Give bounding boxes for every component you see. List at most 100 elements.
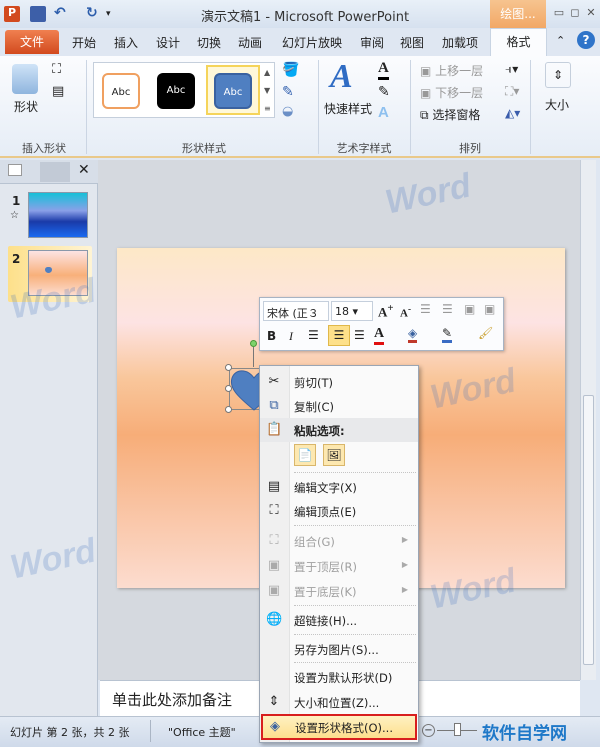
rotate-icon[interactable]: ◭▾ — [505, 106, 520, 120]
close-icon[interactable]: ✕ — [584, 6, 598, 19]
tab-design[interactable]: 设计 — [156, 34, 180, 51]
shape-effects-icon[interactable]: ◒ — [282, 104, 293, 119]
menu-item-edit-text[interactable]: ▤ 编辑文字(X) — [260, 475, 418, 499]
menu-item-hyperlink[interactable]: 🌐 超链接(H)... — [260, 608, 418, 632]
style-tile-black[interactable]: Abc — [157, 73, 195, 109]
slides-tab[interactable] — [8, 164, 22, 176]
powerpoint-logo-icon: P — [4, 6, 20, 22]
bring-forward-button[interactable]: ▣ 上移一层 — [420, 62, 483, 79]
font-size-value: 18 — [335, 305, 349, 318]
text-box-icon[interactable]: ▤ — [52, 84, 64, 99]
menu-label: 编辑文字(X) — [294, 481, 357, 495]
shape-outline-icon[interactable]: ✎ — [442, 326, 453, 343]
restore-icon[interactable]: ◻ — [568, 6, 582, 19]
format-painter-icon[interactable]: 🖌 — [478, 326, 493, 340]
rotation-handle[interactable] — [250, 340, 257, 347]
menu-item-set-default-shape[interactable]: 设置为默认形状(D) — [260, 665, 418, 689]
italic-icon[interactable]: I — [289, 329, 293, 344]
selection-pane-label: 选择窗格 — [432, 108, 481, 122]
wordart-quick-styles-icon: A — [330, 58, 353, 95]
menu-item-save-as-picture[interactable]: 另存为图片(S)... — [260, 637, 418, 661]
close-panel-icon[interactable]: ✕ — [78, 162, 90, 178]
shape-style-gallery: Abc Abc Abc — [93, 62, 275, 118]
font-color-icon[interactable]: A — [374, 326, 385, 345]
selection-pane-button[interactable]: ⧉ 选择窗格 — [420, 106, 480, 123]
text-fill-icon[interactable]: A — [378, 60, 389, 80]
increase-indent-icon[interactable]: ☰ — [442, 302, 453, 316]
menu-label: 粘贴选项: — [294, 424, 345, 438]
scrollbar-thumb[interactable] — [583, 395, 594, 665]
align-icon[interactable]: ⫣▾ — [505, 62, 518, 77]
size-button[interactable]: 大小 — [545, 96, 569, 113]
send-backward-button[interactable]: ▣ 下移一层 — [420, 84, 483, 101]
menu-item-send-to-back[interactable]: ▣ 置于底层(K) ▶ — [260, 579, 418, 603]
group-icon[interactable]: ⛶▾ — [505, 84, 519, 99]
menu-label: 设置为默认形状(D) — [294, 671, 393, 685]
bring-forward-icon[interactable]: ▣ — [464, 302, 475, 316]
tab-file[interactable]: 文件 — [5, 30, 59, 54]
help-icon[interactable]: ? — [577, 31, 595, 49]
menu-item-size-position[interactable]: ⇕ 大小和位置(Z)... — [260, 690, 418, 714]
zoom-slider-thumb[interactable] — [454, 723, 461, 736]
align-right-icon[interactable]: ☰ — [354, 328, 365, 342]
undo-icon[interactable]: ↶ — [54, 6, 70, 22]
menu-item-format-shape[interactable]: ◈ 设置形状格式(O)... — [261, 714, 417, 740]
menu-item-bring-to-front[interactable]: ▣ 置于顶层(R) ▶ — [260, 554, 418, 578]
resize-handle[interactable] — [225, 406, 232, 413]
font-name-select[interactable]: 宋体 (正３ — [263, 301, 329, 321]
customize-qat-icon[interactable]: ▾ — [106, 6, 122, 22]
tab-transitions[interactable]: 切换 — [197, 34, 221, 51]
edit-shape-icon[interactable]: ⛶ — [52, 62, 61, 77]
heart-icon — [45, 267, 52, 273]
minimize-ribbon-icon[interactable]: ⌃ — [556, 34, 565, 47]
minimize-icon[interactable]: ▭ — [552, 6, 566, 19]
grow-font-icon[interactable]: A+ — [378, 302, 394, 320]
paste-keep-text-icon[interactable]: 📄 — [294, 444, 316, 466]
menu-item-copy[interactable]: ⧉ 复制(C) — [260, 394, 418, 418]
redo-icon[interactable]: ↻ — [86, 6, 102, 22]
tab-format[interactable]: 格式 — [490, 28, 547, 56]
resize-handle[interactable] — [225, 364, 232, 371]
menu-label: 置于顶层(R) — [294, 560, 357, 574]
save-icon[interactable] — [30, 6, 46, 22]
font-size-select[interactable]: 18 ▾ — [331, 301, 373, 321]
send-backward-label: 下移一层 — [435, 86, 484, 100]
edit-points-icon: ⛶ — [269, 503, 279, 518]
bold-icon[interactable]: B — [267, 329, 276, 343]
zoom-out-icon[interactable]: − — [422, 724, 435, 737]
style-tile-outline[interactable]: Abc — [102, 73, 140, 109]
menu-item-group[interactable]: ⛶ 组合(G) ▶ — [260, 529, 418, 553]
menu-item-cut[interactable]: ✂ 剪切(T) — [260, 370, 418, 394]
slide-thumbnail-1[interactable] — [28, 192, 88, 238]
theme-name[interactable]: "Office 主题" — [168, 724, 236, 740]
text-outline-icon[interactable]: ✎ — [378, 84, 390, 100]
shapes-button[interactable]: 形状 — [14, 98, 38, 115]
text-effects-icon[interactable]: A — [378, 104, 389, 121]
align-left-icon[interactable]: ☰ — [308, 328, 319, 342]
tab-slideshow[interactable]: 幻灯片放映 — [282, 34, 342, 51]
shrink-font-icon[interactable]: A- — [400, 304, 411, 320]
scissors-icon: ✂ — [268, 374, 280, 389]
resize-handle[interactable] — [225, 385, 232, 392]
vertical-scrollbar[interactable] — [580, 160, 596, 680]
decrease-indent-icon[interactable]: ☰ — [420, 302, 431, 316]
shape-outline-icon[interactable]: ✎ — [282, 84, 294, 100]
quick-styles-button[interactable]: 快速样式 — [324, 100, 372, 117]
send-backward-icon[interactable]: ▣ — [484, 302, 495, 316]
copy-icon: ⧉ — [269, 398, 279, 413]
align-center-icon[interactable]: ☰ — [328, 325, 350, 346]
shape-fill-icon[interactable]: ◈ — [408, 326, 418, 343]
gallery-scroll-icon[interactable]: ▲ ▼ ≡ — [264, 64, 271, 118]
tab-review[interactable]: 审阅 — [360, 34, 384, 51]
tab-view[interactable]: 视图 — [400, 34, 424, 51]
style-tile-blue[interactable]: Abc — [214, 73, 252, 109]
tab-insert[interactable]: 插入 — [114, 34, 138, 51]
tab-addins[interactable]: 加载项 — [442, 34, 478, 51]
tab-home[interactable]: 开始 — [72, 34, 96, 51]
slide-thumbnail-2[interactable] — [28, 250, 88, 296]
menu-item-edit-points[interactable]: ⛶ 编辑顶点(E) — [260, 499, 418, 523]
shape-fill-icon[interactable]: 🪣 — [282, 62, 299, 78]
outline-tab[interactable] — [40, 162, 70, 182]
tab-animations[interactable]: 动画 — [238, 34, 262, 51]
paste-picture-icon[interactable]: 🖼 — [323, 444, 345, 466]
